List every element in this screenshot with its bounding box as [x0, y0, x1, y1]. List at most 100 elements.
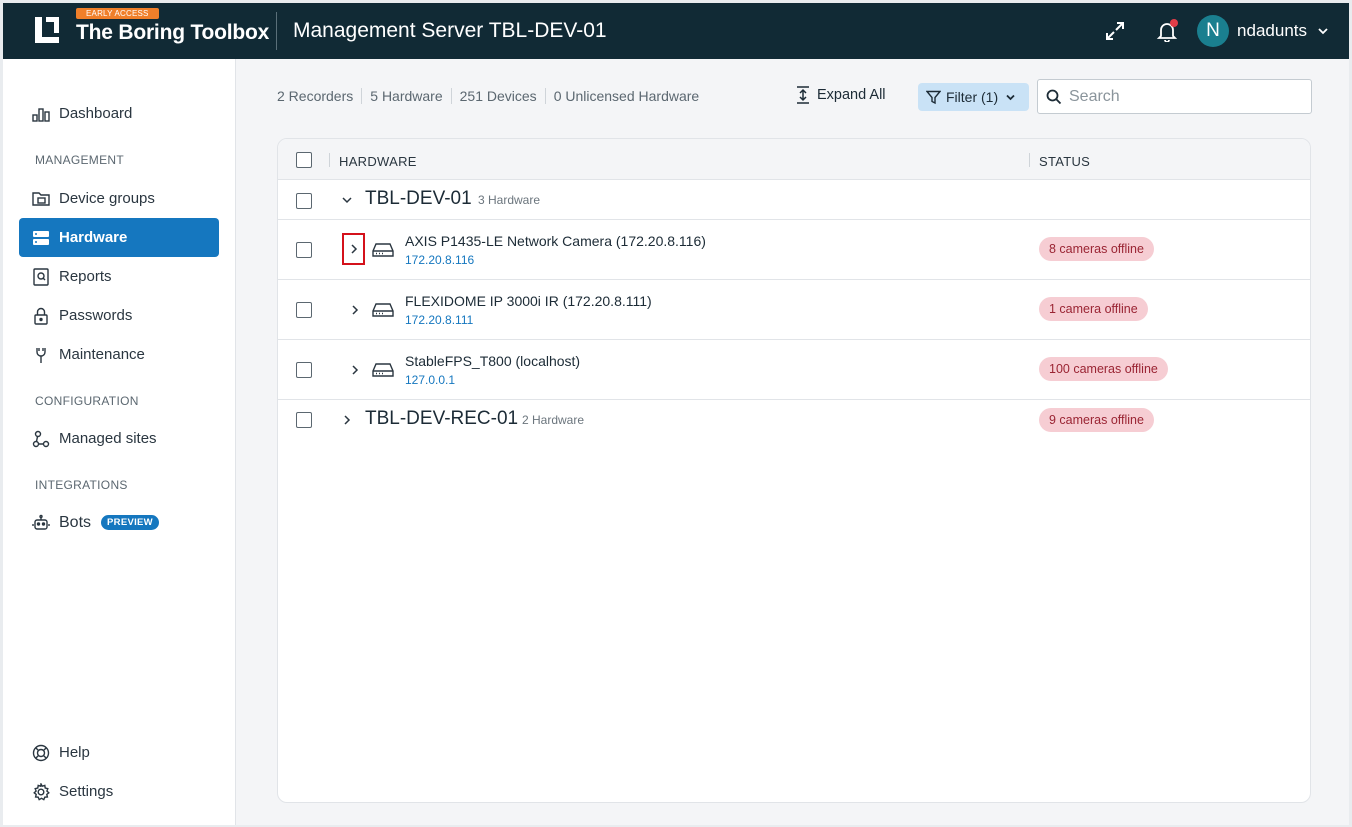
sidebar: Dashboard MANAGEMENT Device groups Hardw… — [3, 59, 236, 825]
group-hardware-count: 3 Hardware — [478, 193, 541, 207]
expand-arrows-icon — [1106, 22, 1125, 40]
sidebar-item-hardware[interactable]: Hardware — [19, 218, 219, 257]
column-header-hardware[interactable]: HARDWARE — [339, 154, 417, 169]
chevron-right-icon[interactable] — [336, 409, 358, 431]
stat-unlicensed: 0 Unlicensed Hardware — [553, 88, 700, 104]
sidebar-item-device-groups[interactable]: Device groups — [19, 179, 219, 218]
page-title: Management Server TBL-DEV-01 — [293, 19, 607, 42]
table-row[interactable]: AXIS P1435-LE Network Camera (172.20.8.1… — [278, 220, 1310, 280]
chevron-down-icon[interactable] — [1317, 25, 1329, 37]
stat-divider — [361, 88, 363, 104]
select-all-checkbox[interactable] — [296, 152, 312, 168]
stat-divider — [544, 88, 546, 104]
chevron-down-icon[interactable] — [336, 189, 358, 211]
sidebar-item-reports[interactable]: Reports — [19, 257, 219, 296]
status-badge: 9 cameras offline — [1039, 408, 1154, 432]
brand-logo[interactable]: EARLY ACCESS The Boring Toolbox — [33, 8, 269, 45]
header-divider — [329, 153, 330, 167]
table-row[interactable]: FLEXIDOME IP 3000i IR (172.20.8.111) 172… — [278, 280, 1310, 340]
hardware-ip-link[interactable]: 127.0.0.1 — [405, 373, 455, 387]
hardware-name: StableFPS_T800 (localhost) — [405, 353, 581, 369]
sidebar-item-settings[interactable]: Settings — [19, 772, 219, 811]
top-bar: EARLY ACCESS The Boring Toolbox Manageme… — [3, 3, 1349, 59]
sidebar-item-label: Device groups — [59, 190, 155, 207]
filter-funnel-icon — [926, 90, 941, 104]
group-name: TBL-DEV-REC-01 — [365, 408, 519, 429]
search-input[interactable] — [1069, 87, 1289, 106]
row-checkbox[interactable] — [296, 242, 312, 258]
sidebar-item-label: Settings — [59, 783, 114, 800]
search-field[interactable] — [1037, 79, 1312, 114]
header-divider — [1029, 153, 1030, 167]
hardware-ip-link[interactable]: 172.20.8.116 — [405, 253, 474, 267]
robot-icon — [31, 513, 51, 533]
hard-drive-icon — [372, 363, 394, 377]
sidebar-item-label: Dashboard — [59, 105, 133, 122]
preview-badge: PREVIEW — [101, 515, 159, 530]
section-configuration: CONFIGURATION — [35, 394, 139, 408]
hardware-table: HARDWARE STATUS TBL-DEV-01 3 Hardware AX… — [277, 138, 1311, 803]
bar-chart-icon — [31, 104, 51, 124]
hardware-name: AXIS P1435-LE Network Camera (172.20.8.1… — [405, 233, 706, 249]
table-header: HARDWARE STATUS — [278, 139, 1310, 180]
row-checkbox[interactable] — [296, 302, 312, 318]
filter-label: Filter (1) — [946, 89, 999, 105]
wrench-icon — [31, 345, 51, 365]
sidebar-item-label: Help — [59, 744, 90, 761]
hardware-ip-link[interactable]: 172.20.8.111 — [405, 313, 473, 327]
hardware-name: FLEXIDOME IP 3000i IR (172.20.8.111) — [405, 293, 652, 309]
sidebar-item-bots[interactable]: Bots PREVIEW — [19, 503, 219, 542]
early-access-badge: EARLY ACCESS — [76, 8, 159, 19]
avatar[interactable]: N — [1197, 15, 1230, 47]
app-window: EARLY ACCESS The Boring Toolbox Manageme… — [3, 3, 1349, 825]
stat-divider — [450, 88, 452, 104]
hard-drive-icon — [372, 303, 394, 317]
header-divider — [276, 12, 277, 50]
fullscreen-button[interactable] — [1097, 13, 1133, 49]
notifications-button[interactable] — [1149, 13, 1185, 49]
brand-name: The Boring Toolbox — [76, 21, 270, 44]
expand-vertical-icon — [797, 86, 809, 104]
sidebar-item-passwords[interactable]: Passwords — [19, 296, 219, 335]
notification-dot — [1170, 19, 1179, 27]
sidebar-item-managed-sites[interactable]: Managed sites — [19, 419, 219, 458]
stat-hardware: 5 Hardware — [370, 88, 443, 104]
row-checkbox[interactable] — [296, 193, 312, 209]
status-badge: 8 cameras offline — [1039, 237, 1154, 261]
sidebar-item-label: Managed sites — [59, 430, 157, 447]
group-hardware-count: 2 Hardware — [522, 413, 585, 427]
expand-row-chevron-right-icon[interactable] — [342, 233, 365, 265]
stat-recorders: 2 Recorders — [277, 88, 354, 104]
sidebar-item-dashboard[interactable]: Dashboard — [19, 94, 219, 133]
sidebar-item-label: Passwords — [59, 307, 133, 324]
hard-drive-icon — [372, 243, 394, 257]
sidebar-item-help[interactable]: Help — [19, 733, 219, 772]
folder-icon — [31, 189, 51, 209]
server-icon — [31, 228, 51, 248]
group-name: TBL-DEV-01 — [365, 188, 472, 209]
filter-button[interactable]: Filter (1) — [918, 83, 1029, 111]
chevron-right-icon[interactable] — [344, 299, 366, 321]
sidebar-item-label: Reports — [59, 268, 112, 285]
username[interactable]: ndadunts — [1237, 21, 1307, 41]
summary-stats: 2 Recorders 5 Hardware 251 Devices 0 Unl… — [277, 88, 699, 104]
chevron-right-icon[interactable] — [344, 359, 366, 381]
sidebar-item-label: Maintenance — [59, 346, 145, 363]
table-row[interactable]: StableFPS_T800 (localhost) 127.0.0.1 100… — [278, 340, 1310, 400]
column-header-status[interactable]: STATUS — [1039, 154, 1090, 169]
expand-all-button[interactable]: Expand All — [795, 86, 886, 104]
gear-icon — [31, 782, 51, 802]
sidebar-item-label: Hardware — [59, 229, 128, 246]
expand-all-label: Expand All — [817, 87, 886, 103]
network-nodes-icon — [31, 429, 51, 449]
group-row[interactable]: TBL-DEV-01 3 Hardware — [278, 180, 1310, 220]
status-badge: 100 cameras offline — [1039, 357, 1168, 381]
section-integrations: INTEGRATIONS — [35, 478, 128, 492]
row-checkbox[interactable] — [296, 412, 312, 428]
stat-devices: 251 Devices — [459, 88, 537, 104]
sidebar-item-label: Bots — [59, 513, 92, 531]
row-checkbox[interactable] — [296, 362, 312, 378]
sidebar-item-maintenance[interactable]: Maintenance — [19, 335, 219, 374]
lock-icon — [31, 306, 51, 326]
group-row[interactable]: TBL-DEV-REC-01 2 Hardware 9 cameras offl… — [278, 400, 1310, 440]
